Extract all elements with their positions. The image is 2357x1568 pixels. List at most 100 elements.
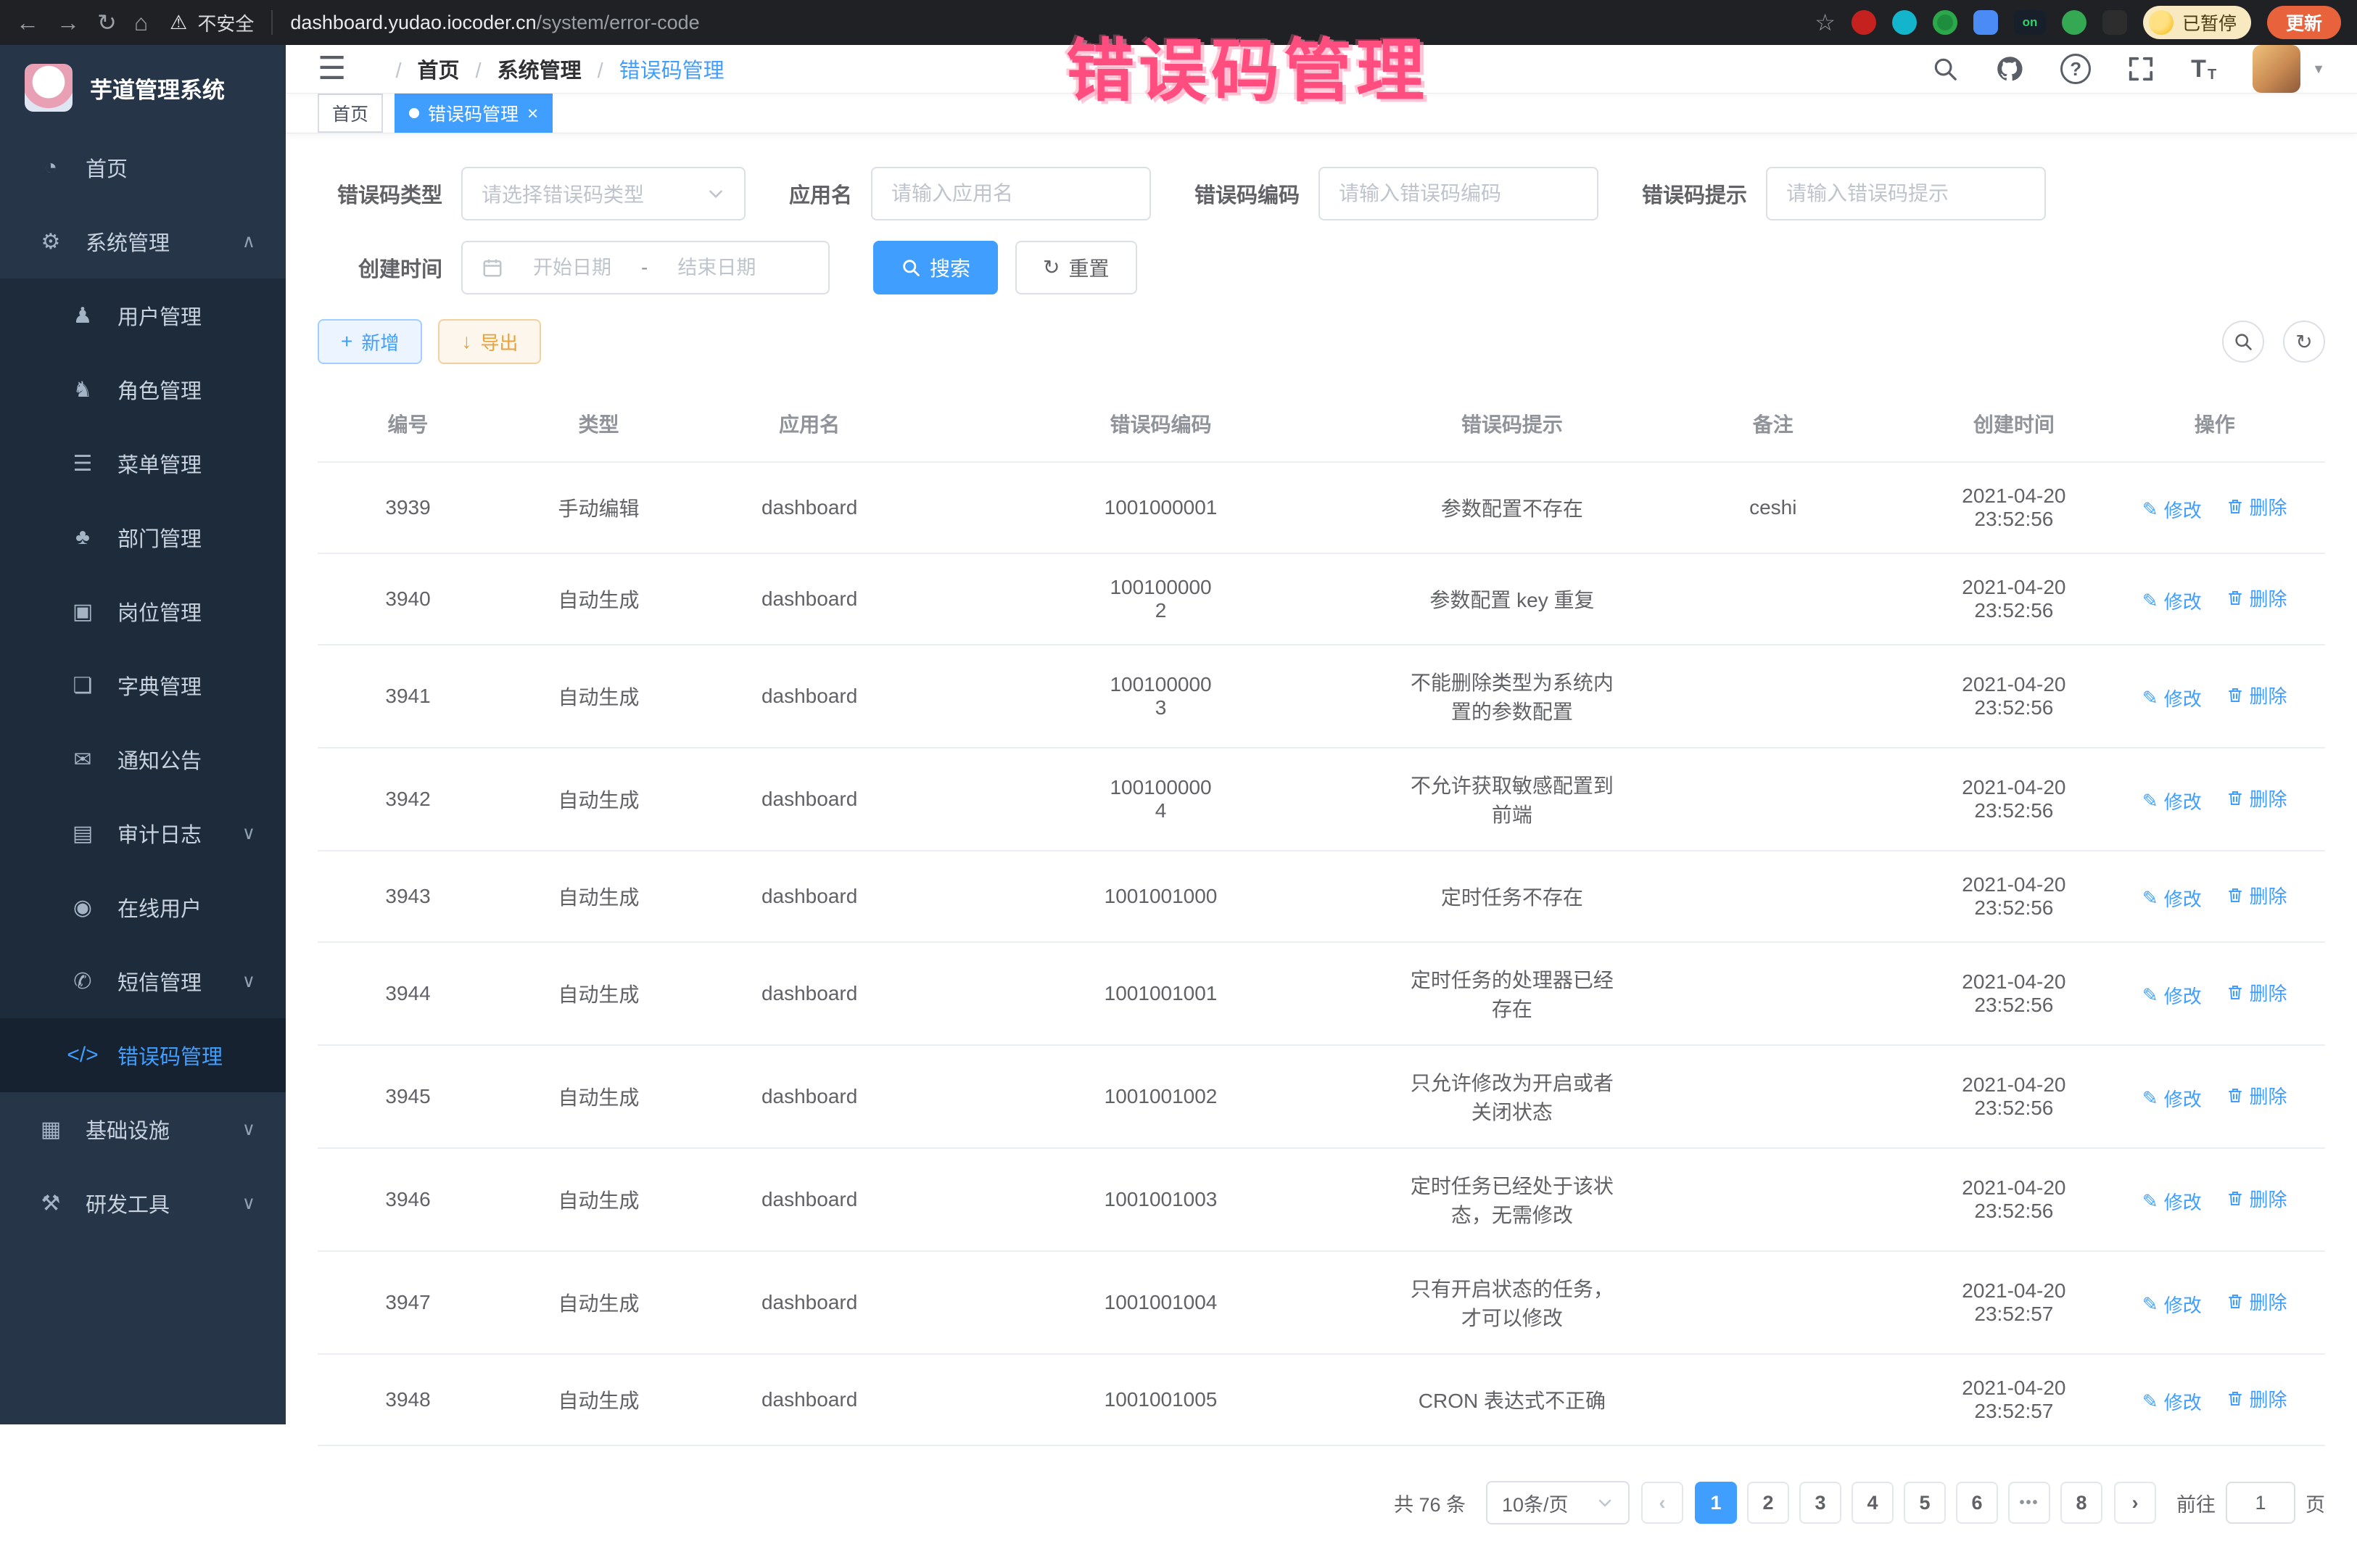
cell-id: 3946: [318, 1148, 498, 1251]
cell-remark: [1622, 1148, 1923, 1251]
delete-button[interactable]: 删除: [2226, 1082, 2287, 1109]
security-indicator[interactable]: ⚠ 不安全: [170, 9, 254, 36]
reload-icon[interactable]: ↻: [97, 11, 117, 34]
page-number-button[interactable]: 8: [2060, 1482, 2102, 1524]
extension-icon-sprout[interactable]: [2062, 10, 2086, 35]
sidebar-item-label: 短信管理: [117, 966, 202, 996]
cell-hint: 只有开启状态的任务，才可以修改: [1402, 1251, 1622, 1354]
delete-button[interactable]: 删除: [2226, 1288, 2287, 1315]
prev-page-button[interactable]: ‹: [1641, 1482, 1683, 1524]
sidebar-item[interactable]: ◉ 在线用户: [0, 870, 286, 944]
delete-button[interactable]: 删除: [2226, 785, 2287, 812]
sidebar-item[interactable]: ⚙ 系统管理 ∧: [0, 205, 286, 278]
sidebar-item[interactable]: ✉ 通知公告: [0, 722, 286, 796]
edit-button[interactable]: ✎ 修改: [2142, 1188, 2202, 1215]
chevron-icon: ∨: [242, 1192, 255, 1214]
edit-button[interactable]: ✎ 修改: [2142, 1291, 2202, 1318]
chevron-down-icon: [1596, 1494, 1614, 1511]
end-date-input[interactable]: [659, 257, 774, 279]
search-button[interactable]: 搜索: [873, 241, 998, 294]
delete-button[interactable]: 删除: [2226, 882, 2287, 909]
delete-button[interactable]: 删除: [2226, 1185, 2287, 1212]
delete-button[interactable]: 删除: [2226, 682, 2287, 709]
cell-remark: [1622, 851, 1923, 942]
avatar[interactable]: [2253, 45, 2300, 93]
date-range-picker[interactable]: -: [461, 241, 830, 294]
sidebar-item[interactable]: ◔ 首页: [0, 131, 286, 205]
app-name-input[interactable]: [871, 167, 1151, 220]
tab-close-icon[interactable]: ×: [527, 104, 538, 123]
breadcrumb-item[interactable]: 错误码管理: [582, 54, 725, 84]
extension-on-badge[interactable]: on: [2014, 10, 2046, 35]
fullscreen-icon[interactable]: [2127, 55, 2155, 83]
bookmark-star-icon[interactable]: ☆: [1815, 11, 1836, 34]
export-button[interactable]: ↓ 导出: [438, 319, 541, 364]
error-type-select[interactable]: 请选择错误码类型: [461, 167, 746, 220]
search-icon[interactable]: [1931, 55, 1959, 83]
tab[interactable]: 首页 ×: [318, 94, 383, 133]
extension-icon-green[interactable]: [1933, 10, 1957, 35]
goto-page-input[interactable]: [2226, 1482, 2295, 1524]
font-size-icon[interactable]: TT: [2191, 55, 2216, 83]
page-number-button[interactable]: •••: [2008, 1482, 2050, 1524]
page-number-button[interactable]: 2: [1747, 1482, 1789, 1524]
error-code-input[interactable]: [1318, 167, 1598, 220]
edit-button[interactable]: ✎ 修改: [2142, 587, 2202, 614]
page-number-button[interactable]: 4: [1852, 1482, 1894, 1524]
sidebar-item[interactable]: ♞ 角色管理: [0, 352, 286, 426]
extension-icon-tampermonkey[interactable]: [2102, 10, 2127, 35]
table-row: 3940 自动生成 dashboard 100100000 2 参数配置 key…: [318, 553, 2325, 645]
user-menu[interactable]: ▼: [2253, 45, 2325, 93]
home-icon[interactable]: ⌂: [134, 11, 148, 34]
add-button[interactable]: + 新增: [318, 319, 422, 364]
delete-button[interactable]: 删除: [2226, 1385, 2287, 1412]
sidebar-item[interactable]: ♟ 用户管理: [0, 278, 286, 352]
edit-button[interactable]: ✎ 修改: [2142, 885, 2202, 912]
sidebar-item[interactable]: ⚒ 研发工具 ∨: [0, 1166, 286, 1240]
page-size-select[interactable]: 10条/页: [1486, 1481, 1630, 1524]
delete-button[interactable]: 删除: [2226, 585, 2287, 611]
edit-button[interactable]: ✎ 修改: [2142, 788, 2202, 814]
sidebar-item[interactable]: ▣ 岗位管理: [0, 574, 286, 648]
delete-button[interactable]: 删除: [2226, 979, 2287, 1006]
tab[interactable]: 错误码管理 ×: [395, 94, 553, 133]
edit-button[interactable]: ✎ 修改: [2142, 982, 2202, 1009]
address-bar[interactable]: dashboard.yudao.iocoder.cn/system/error-…: [290, 12, 1797, 34]
edit-button[interactable]: ✎ 修改: [2142, 1085, 2202, 1112]
reset-button[interactable]: ↻ 重置: [1015, 241, 1136, 294]
delete-icon: [2226, 788, 2244, 807]
sidebar-item[interactable]: ▤ 审计日志 ∨: [0, 796, 286, 870]
page-number-button[interactable]: 3: [1799, 1482, 1841, 1524]
start-date-input[interactable]: [515, 257, 630, 279]
github-icon[interactable]: [1995, 54, 2024, 83]
breadcrumb-item[interactable]: 系统管理: [460, 54, 582, 84]
breadcrumb-item[interactable]: 首页: [379, 54, 459, 84]
sidebar-item[interactable]: ♣ 部门管理: [0, 500, 286, 574]
page-number-button[interactable]: 6: [1956, 1482, 1998, 1524]
back-icon[interactable]: ←: [16, 11, 39, 34]
extension-icon-teal[interactable]: [1892, 10, 1917, 35]
extension-grid-icon[interactable]: [1973, 10, 1998, 35]
extension-icon-red[interactable]: [1852, 10, 1876, 35]
edit-button[interactable]: ✎ 修改: [2142, 1388, 2202, 1415]
edit-button[interactable]: ✎ 修改: [2142, 685, 2202, 711]
edit-button[interactable]: ✎ 修改: [2142, 496, 2202, 523]
sidebar-item[interactable]: ▦ 基础设施 ∨: [0, 1092, 286, 1166]
refresh-table-button[interactable]: ↻: [2283, 321, 2325, 363]
profile-sync-paused-badge[interactable]: 已暂停: [2143, 6, 2251, 39]
page-number-button[interactable]: 5: [1904, 1482, 1946, 1524]
update-button[interactable]: 更新: [2267, 6, 2341, 39]
help-icon[interactable]: ?: [2060, 54, 2091, 84]
toggle-search-button[interactable]: [2222, 321, 2264, 363]
next-page-button[interactable]: ›: [2114, 1482, 2156, 1524]
forward-icon[interactable]: →: [57, 11, 80, 34]
delete-button[interactable]: 删除: [2226, 493, 2287, 520]
sidebar-item[interactable]: </> 错误码管理: [0, 1018, 286, 1092]
sidebar-item[interactable]: ❏ 字典管理: [0, 648, 286, 722]
error-hint-input[interactable]: [1766, 167, 2046, 220]
sidebar-item[interactable]: ☰ 菜单管理: [0, 426, 286, 500]
cell-id: 3947: [318, 1251, 498, 1354]
hamburger-icon[interactable]: ☰: [318, 53, 346, 85]
sidebar-item[interactable]: ✆ 短信管理 ∨: [0, 944, 286, 1018]
page-number-button[interactable]: 1: [1695, 1482, 1737, 1524]
